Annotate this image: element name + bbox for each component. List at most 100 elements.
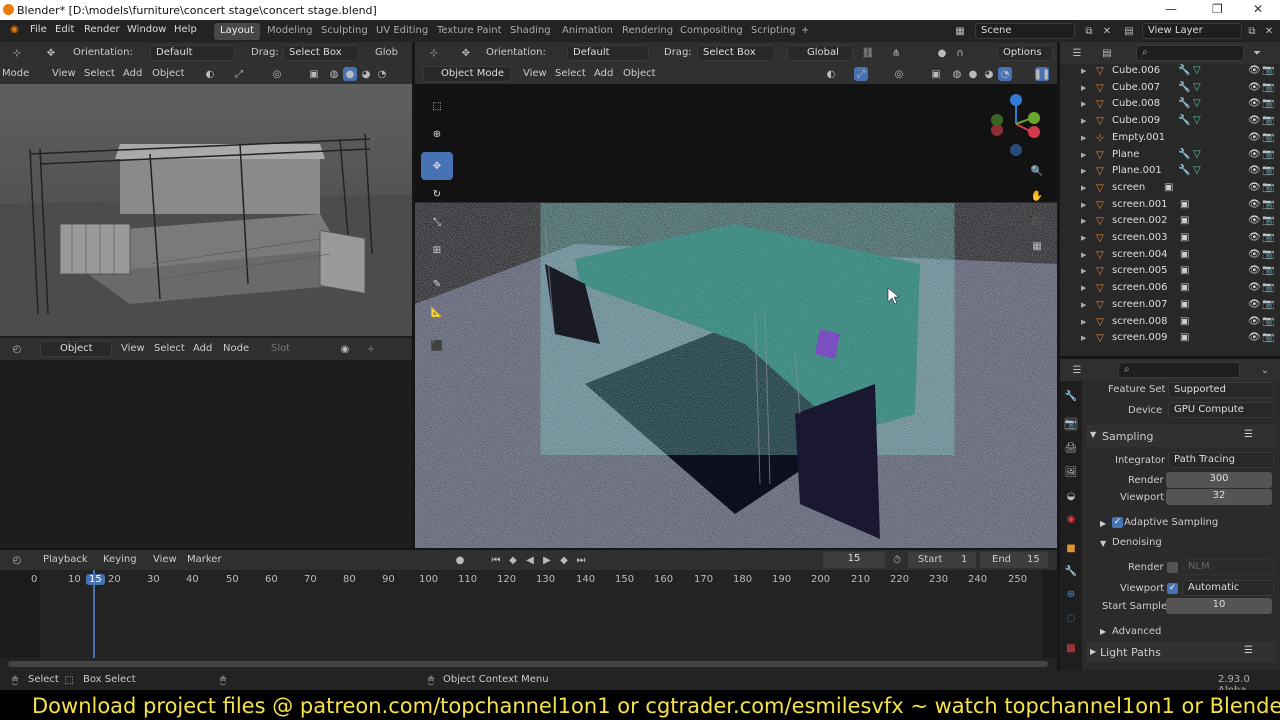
collection-icon[interactable]: ▣: [1180, 332, 1189, 343]
mesh-data-icon[interactable]: ▽: [1193, 82, 1201, 93]
record-icon[interactable]: ●: [453, 553, 467, 567]
render-camera-icon[interactable]: 📷: [1262, 165, 1274, 176]
expand-arrow-icon[interactable]: ▶: [1081, 201, 1086, 209]
visibility-eye-icon[interactable]: 👁: [1248, 115, 1261, 126]
expand-arrow-icon[interactable]: ▶: [1081, 134, 1086, 142]
timeline-area[interactable]: [0, 570, 1057, 670]
new-view-layer-icon[interactable]: ⧉: [1245, 24, 1259, 38]
outliner-item-name[interactable]: screen.005: [1112, 265, 1168, 276]
expand-arrow-icon[interactable]: ▶: [1081, 117, 1086, 125]
modifier-icon[interactable]: 🔧: [1178, 115, 1190, 126]
outliner-item-name[interactable]: Plane.001: [1112, 165, 1162, 176]
expand-arrow-icon[interactable]: ▶: [1081, 167, 1086, 175]
outliner-item-name[interactable]: screen.008: [1112, 316, 1168, 327]
collection-icon[interactable]: ▣: [1164, 182, 1173, 193]
expand-arrow-icon[interactable]: ▶: [1081, 217, 1086, 225]
outliner-item-name[interactable]: screen.006: [1112, 282, 1168, 293]
main-editor-type-icon[interactable]: ⊹: [427, 46, 441, 60]
mesh-data-icon[interactable]: ▽: [1193, 115, 1201, 126]
outliner-item[interactable]: ▶ ▽ screen.006 ▣ 👁 📷: [1060, 281, 1275, 297]
collection-icon[interactable]: ▣: [1180, 299, 1189, 310]
outliner-item-name[interactable]: Plane: [1112, 149, 1139, 160]
outliner-item-name[interactable]: screen.003: [1112, 232, 1168, 243]
properties-search-input[interactable]: ⌕: [1118, 362, 1240, 378]
collection-icon[interactable]: ▣: [1180, 249, 1189, 260]
expand-arrow-icon[interactable]: ▶: [1081, 284, 1086, 292]
delete-view-layer-icon[interactable]: ✕: [1262, 24, 1276, 38]
outliner-item-name[interactable]: screen.002: [1112, 215, 1168, 226]
node-view-menu[interactable]: View: [121, 343, 145, 354]
render-camera-icon[interactable]: 📷: [1262, 265, 1274, 276]
pan-hand-icon[interactable]: ✋: [1030, 189, 1044, 203]
perspective-grid-icon[interactable]: ▦: [1030, 239, 1044, 253]
modifier-icon[interactable]: 🔧: [1178, 165, 1190, 176]
main-material-icon[interactable]: ◕: [982, 67, 996, 81]
outliner-item[interactable]: ▶ ▽ screen.009 ▣ 👁 📷: [1060, 331, 1275, 347]
mesh-data-icon[interactable]: ▽: [1193, 149, 1201, 160]
select-box-tool[interactable]: ⬚: [421, 92, 453, 120]
clock-icon[interactable]: ⏱: [890, 553, 904, 567]
view-layer-selector[interactable]: View Layer: [1142, 23, 1242, 39]
falloff-icon[interactable]: ∩: [953, 46, 967, 60]
node-slot-dropdown[interactable]: Slot: [271, 343, 290, 354]
sampling-panel-header[interactable]: ▼ Sampling ☰: [1086, 425, 1276, 447]
transform-orientation-dropdown[interactable]: Global: [787, 45, 853, 61]
tab-sculpting[interactable]: Sculpting: [315, 23, 374, 40]
timeline-view-menu[interactable]: View: [153, 554, 177, 565]
visibility-eye-icon[interactable]: 👁: [1248, 265, 1261, 276]
new-scene-icon[interactable]: ⧉: [1082, 24, 1096, 38]
outliner-item[interactable]: ▶ ▽ screen.003 ▣ 👁 📷: [1060, 231, 1275, 247]
expand-arrow-icon[interactable]: ▶: [1081, 267, 1086, 275]
blender-menu-icon[interactable]: ◉: [10, 24, 19, 35]
scene-selector[interactable]: Scene: [975, 23, 1075, 39]
main-xray-icon[interactable]: ▣: [929, 67, 943, 81]
snap-icon[interactable]: ⋔: [889, 46, 903, 60]
visibility-eye-icon[interactable]: 👁: [1248, 149, 1261, 160]
xray-icon[interactable]: ▣: [307, 67, 321, 81]
world-icon[interactable]: ◉: [338, 342, 352, 356]
output-tab-icon[interactable]: 🖨: [1064, 441, 1078, 455]
delete-scene-icon[interactable]: ✕: [1100, 24, 1114, 38]
tool-tab-icon[interactable]: 🔧: [1064, 389, 1078, 403]
visibility-eye-icon[interactable]: 👁: [1248, 165, 1261, 176]
outliner-search-input[interactable]: ⌕: [1136, 45, 1244, 61]
left-3d-viewport[interactable]: [0, 84, 412, 336]
world-tab-icon[interactable]: ◉: [1064, 512, 1078, 526]
modifier-icon[interactable]: 🔧: [1178, 65, 1190, 76]
outliner-item[interactable]: ▶ ▽ screen.005 ▣ 👁 📷: [1060, 264, 1275, 280]
overlay-icon[interactable]: ◎: [270, 67, 284, 81]
maximize-button[interactable]: ❐: [1212, 2, 1223, 16]
outliner-item[interactable]: ▶ ▽ screen ▣ 👁 📷: [1060, 181, 1275, 197]
add-cube-tool[interactable]: ⬛: [421, 332, 453, 360]
visibility-eye-icon[interactable]: 👁: [1248, 182, 1261, 193]
outliner-item-name[interactable]: Cube.006: [1112, 65, 1160, 76]
camera-view-icon[interactable]: 🎥: [1030, 214, 1044, 228]
gizmo-icon[interactable]: ⤢: [232, 67, 246, 81]
node-editor-canvas[interactable]: [0, 360, 412, 548]
expand-arrow-icon[interactable]: ▶: [1081, 301, 1086, 309]
device-dropdown[interactable]: GPU Compute: [1168, 402, 1274, 418]
render-camera-icon[interactable]: 📷: [1262, 199, 1274, 210]
render-camera-icon[interactable]: 📷: [1262, 65, 1274, 76]
filter-icon[interactable]: ⏷: [1250, 46, 1264, 60]
expand-arrow-icon[interactable]: ▶: [1081, 334, 1086, 342]
particles-tab-icon[interactable]: ⊛: [1064, 587, 1078, 601]
timeline-scrollbar[interactable]: [8, 661, 1048, 667]
new-material-icon[interactable]: +: [364, 342, 378, 356]
left-select-menu[interactable]: Select: [84, 68, 115, 79]
main-gizmo-icon[interactable]: ⤢: [854, 67, 868, 81]
render-camera-icon[interactable]: 📷: [1262, 149, 1274, 160]
properties-options-icon[interactable]: ⌄: [1258, 363, 1272, 377]
outliner-item-name[interactable]: screen.001: [1112, 199, 1168, 210]
display-mode-icon[interactable]: ▤: [1100, 46, 1114, 60]
denoise-viewport-checkbox[interactable]: ✓: [1167, 583, 1178, 594]
visibility-eye-icon[interactable]: 👁: [1248, 316, 1261, 327]
tab-modeling[interactable]: Modeling: [261, 23, 319, 40]
outliner-item[interactable]: ▶ ▽ Cube.009 🔧 ▽ 👁 📷: [1060, 114, 1275, 130]
expand-arrow-icon[interactable]: ▶: [1081, 184, 1086, 192]
left-add-menu[interactable]: Add: [123, 68, 142, 79]
playback-menu[interactable]: Playback: [43, 554, 88, 565]
outliner-item[interactable]: ▶ ▽ screen.007 ▣ 👁 📷: [1060, 298, 1275, 314]
tab-shading[interactable]: Shading: [504, 23, 557, 40]
advanced-collapse-icon[interactable]: ▶: [1100, 627, 1106, 636]
